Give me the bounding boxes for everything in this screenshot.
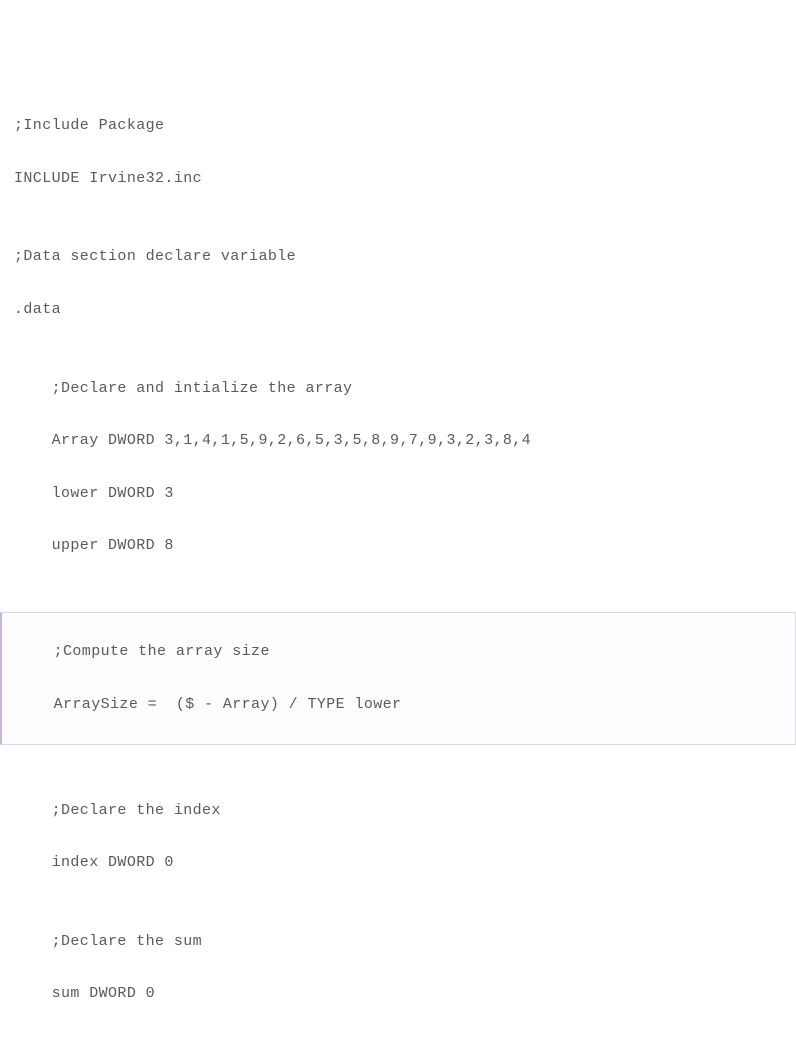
code-line-4: ;Data section declare variable [14, 244, 782, 270]
code-line-9: lower DWORD 3 [14, 481, 782, 507]
code-line-19: sum DWORD 0 [14, 981, 782, 1007]
code-line-13: ArraySize = ($ - Array) / TYPE lower [16, 692, 781, 718]
code-line-1: ;Include Package [14, 113, 782, 139]
code-line-8: Array DWORD 3,1,4,1,5,9,2,6,5,3,5,8,9,7,… [14, 428, 782, 454]
highlighted-code-block: ;Compute the array size ArraySize = ($ -… [0, 612, 796, 745]
code-line-7: ;Declare and intialize the array [14, 376, 782, 402]
code-line-12: ;Compute the array size [16, 639, 781, 665]
code-line-5: .data [14, 297, 782, 323]
code-line-2: INCLUDE Irvine32.inc [14, 166, 782, 192]
code-line-16: index DWORD 0 [14, 850, 782, 876]
code-line-15: ;Declare the index [14, 798, 782, 824]
code-line-18: ;Declare the sum [14, 929, 782, 955]
code-line-10: upper DWORD 8 [14, 533, 782, 559]
